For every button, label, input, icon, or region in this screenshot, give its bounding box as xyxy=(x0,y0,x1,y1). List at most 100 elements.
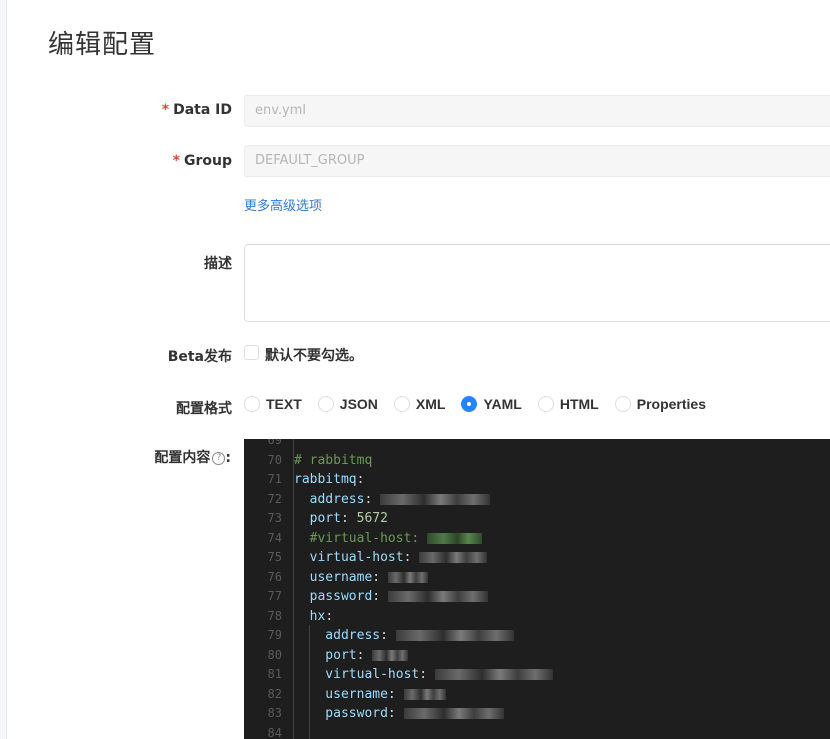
code-token: : xyxy=(356,472,365,487)
code-token: : xyxy=(372,569,388,585)
required-mark: * xyxy=(172,153,180,169)
code-token: username xyxy=(294,686,388,702)
code-token: : xyxy=(364,491,381,507)
group-label: * Group xyxy=(172,153,232,169)
code-line: 70 # rabbitmq xyxy=(244,451,830,471)
redacted-value xyxy=(419,552,488,563)
help-icon[interactable]: ? xyxy=(212,451,226,465)
code-token: : xyxy=(403,550,420,565)
code-text: #virtual-host: xyxy=(294,529,483,549)
code-text: port: 5672 xyxy=(294,509,388,529)
code-token: password xyxy=(294,706,388,721)
code-token: hx xyxy=(294,608,326,624)
beta-checkbox-label: 默认不要勾选。 xyxy=(265,348,363,364)
code-text: password: xyxy=(294,704,504,724)
line-number: 72 xyxy=(267,491,282,506)
format-radio-group: TEXT JSON XML YAML HTML Properties xyxy=(244,396,722,412)
line-number: 75 xyxy=(267,550,282,564)
line-number: 79 xyxy=(267,628,282,642)
line-number: 74 xyxy=(267,530,282,545)
code-token: : xyxy=(419,667,435,682)
code-text: username: xyxy=(294,685,446,705)
radio-label: YAML xyxy=(483,396,522,412)
radio-label: TEXT xyxy=(266,396,302,412)
data-id-input[interactable]: env.yml xyxy=(244,95,830,127)
code-line: 77 password: xyxy=(244,587,830,607)
redacted-value xyxy=(403,708,504,719)
required-mark: * xyxy=(161,102,170,118)
code-line: 81 virtual-host: xyxy=(244,665,830,685)
code-text: rabbitmq: xyxy=(294,470,364,490)
code-text: virtual-host: xyxy=(294,548,488,568)
beta-label: Beta发布 xyxy=(167,349,232,365)
beta-checkbox[interactable] xyxy=(244,345,259,360)
radio-label: XML xyxy=(415,396,446,412)
line-number: 81 xyxy=(267,667,282,681)
description-label: 描述 xyxy=(204,256,232,272)
code-text: password: xyxy=(294,587,488,607)
line-number: 70 xyxy=(267,452,282,467)
radio-dot xyxy=(244,396,260,412)
code-line: 75 virtual-host: xyxy=(244,548,830,568)
advanced-options-link[interactable]: 更多高级选项 xyxy=(244,195,322,214)
radio-label: JSON xyxy=(339,396,378,412)
code-token: port xyxy=(294,647,357,663)
radio-dot xyxy=(461,396,478,412)
line-number: 69 xyxy=(267,439,282,447)
page-title: 编辑配置 xyxy=(48,30,157,60)
line-number: 84 xyxy=(267,725,282,739)
line-number: 83 xyxy=(267,706,282,720)
format-radio-xml[interactable]: XML xyxy=(393,396,446,412)
line-number: 80 xyxy=(267,647,282,662)
code-text: virtual-host: xyxy=(294,665,553,685)
code-line: 74 #virtual-host: xyxy=(244,529,830,549)
line-number: 76 xyxy=(267,569,282,584)
code-token: : xyxy=(340,511,357,526)
line-number: 77 xyxy=(267,589,282,603)
radio-label: HTML xyxy=(559,396,599,412)
code-token: rabbitmq xyxy=(294,472,357,487)
code-token: 5672 xyxy=(356,511,388,526)
code-text: hx: xyxy=(294,607,334,627)
code-editor[interactable]: 69 70 # rabbitmq 71 rabbitmq: 72 address: 73 … xyxy=(244,439,830,739)
code-token: # rabbitmq xyxy=(294,452,373,468)
code-token: virtual-host xyxy=(294,667,420,682)
radio-dot xyxy=(393,396,410,412)
format-radio-yaml[interactable]: YAML xyxy=(461,396,522,412)
redacted-value xyxy=(395,630,514,641)
line-number: 82 xyxy=(267,686,282,701)
redacted-value xyxy=(427,532,483,544)
code-token: username xyxy=(294,569,373,585)
code-line: 72 address: xyxy=(244,490,830,510)
format-radio-html[interactable]: HTML xyxy=(537,396,599,412)
line-number: 78 xyxy=(267,608,282,623)
format-radio-text[interactable]: TEXT xyxy=(244,396,302,412)
redacted-value xyxy=(403,688,446,700)
radio-label: Properties xyxy=(636,396,706,412)
code-line: 82 username: xyxy=(244,685,830,705)
format-radio-properties[interactable]: Properties xyxy=(614,396,706,412)
code-line: 71 rabbitmq: xyxy=(244,470,830,490)
code-text: username: xyxy=(294,568,428,588)
code-line: 76 username: xyxy=(244,568,830,588)
code-line: 79 address: xyxy=(244,626,830,646)
description-textarea[interactable] xyxy=(244,244,830,322)
line-number: 71 xyxy=(267,472,282,486)
code-token: address xyxy=(294,491,365,507)
code-line: 78 hx: xyxy=(244,607,830,627)
code-line: 69 xyxy=(244,439,830,451)
code-token: : xyxy=(356,647,373,663)
group-input[interactable]: DEFAULT_GROUP xyxy=(244,145,830,177)
redacted-value xyxy=(434,669,553,680)
code-token: : xyxy=(325,608,334,624)
format-radio-json[interactable]: JSON xyxy=(317,396,378,412)
code-line: 84 xyxy=(244,724,830,739)
code-text: address: xyxy=(294,490,491,510)
radio-dot xyxy=(614,396,631,412)
redacted-value xyxy=(387,591,488,602)
code-token: virtual-host xyxy=(294,550,404,565)
line-number: 73 xyxy=(267,511,282,525)
code-token: : xyxy=(380,628,396,643)
radio-dot xyxy=(317,396,334,412)
code-token: address xyxy=(294,628,381,643)
